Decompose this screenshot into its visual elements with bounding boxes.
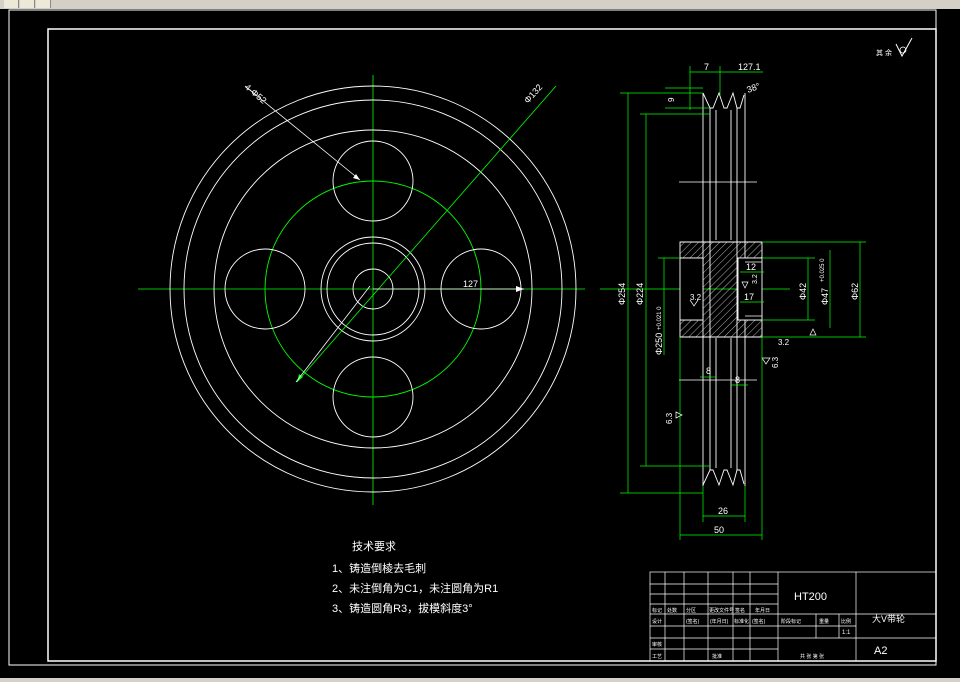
svg-text:38°: 38°: [745, 81, 762, 95]
svg-text:17: 17: [744, 292, 754, 302]
svg-text:8: 8: [735, 375, 740, 385]
part-name: 大V带轮: [872, 613, 905, 624]
svg-text:标准化: 标准化: [734, 618, 749, 625]
svg-text:工艺: 工艺: [652, 654, 662, 660]
svg-text:批准: 批准: [712, 653, 722, 660]
svg-text:Φ42: Φ42: [798, 283, 808, 300]
svg-text:3.2: 3.2: [690, 293, 702, 302]
pitch-dim-line: [296, 85, 557, 383]
sheet-size: A2: [874, 645, 887, 657]
svg-text:12: 12: [746, 262, 756, 272]
svg-text:6.3: 6.3: [771, 356, 780, 368]
svg-text:分区: 分区: [686, 607, 696, 614]
svg-text:Φ224: Φ224: [635, 283, 645, 305]
svg-text:(签名): (签名): [686, 618, 700, 625]
inner-border: [47, 28, 937, 662]
svg-text:7: 7: [704, 62, 709, 72]
svg-text:共 张 第 张: 共 张 第 张: [800, 653, 824, 660]
tech-item-2: 2、未注倒角为C1，未注圆角为R1: [332, 581, 498, 595]
svg-text:+0.021 0: +0.021 0: [657, 306, 663, 330]
scale: 1:1: [842, 630, 851, 636]
hole-dia-label: 4-Φ52: [243, 82, 269, 106]
svg-text:3.2: 3.2: [778, 338, 790, 347]
svg-text:Φ47: Φ47: [820, 288, 830, 305]
svg-text:标记: 标记: [652, 607, 662, 614]
svg-text:8: 8: [706, 366, 711, 376]
svg-text:9: 9: [667, 97, 676, 102]
svg-text:127.1: 127.1: [738, 62, 761, 72]
tech-title: 技术要求: [352, 540, 396, 553]
section-view: 7 127.1 38° 9 Φ254 Φ224 Φ250 +0.021 0 Φ4…: [600, 62, 866, 540]
tech-item-3: 3、铸造圆角R3，拔模斜度3°: [332, 601, 473, 615]
roughness-label: 其 余: [876, 48, 892, 57]
svg-text:(签名): (签名): [752, 618, 766, 625]
svg-text:签名: 签名: [735, 607, 745, 614]
svg-text:Φ62: Φ62: [850, 283, 860, 300]
status-bar: [0, 678, 960, 682]
svg-text:Φ250: Φ250: [654, 333, 664, 355]
svg-text:6.3: 6.3: [665, 412, 674, 424]
svg-text:比例: 比例: [841, 618, 851, 625]
svg-text:3.2: 3.2: [752, 274, 759, 284]
svg-text:处数: 处数: [667, 607, 677, 614]
svg-text:26: 26: [718, 506, 728, 516]
svg-text:50: 50: [714, 525, 724, 535]
svg-text:+0.025 0: +0.025 0: [820, 258, 826, 282]
radius-label: 127: [463, 279, 478, 289]
material-label: HT200: [794, 591, 827, 603]
tech-item-1: 1、铸造倒棱去毛刺: [332, 561, 426, 575]
front-view: 4-Φ52 Φ132 127: [138, 75, 585, 505]
svg-text:设计: 设计: [652, 618, 662, 625]
svg-text:(年月日): (年月日): [710, 618, 729, 625]
svg-text:更改文件号: 更改文件号: [709, 607, 734, 614]
svg-text:重量: 重量: [819, 618, 829, 625]
cad-canvas[interactable]: 其 余 4-Φ52 Φ132 127 7 127.1 38° 9 Φ254 Φ2…: [0, 0, 960, 682]
outer-border: [8, 9, 937, 666]
svg-text:阶段标记: 阶段标记: [781, 618, 801, 625]
title-block-text: HT200 大V带轮 A2 1:1 标记 处数 分区 更改文件号 签名 年月日 …: [652, 591, 905, 660]
roughness-symbol: 其 余: [876, 37, 913, 58]
svg-text:年月日: 年月日: [755, 607, 770, 614]
tech-requirements: 技术要求 1、铸造倒棱去毛刺 2、未注倒角为C1，未注圆角为R1 3、铸造圆角R…: [332, 540, 498, 615]
svg-text:Φ254: Φ254: [617, 283, 627, 305]
svg-text:审核: 审核: [652, 641, 662, 648]
pitch-dia-label: Φ132: [522, 82, 544, 105]
